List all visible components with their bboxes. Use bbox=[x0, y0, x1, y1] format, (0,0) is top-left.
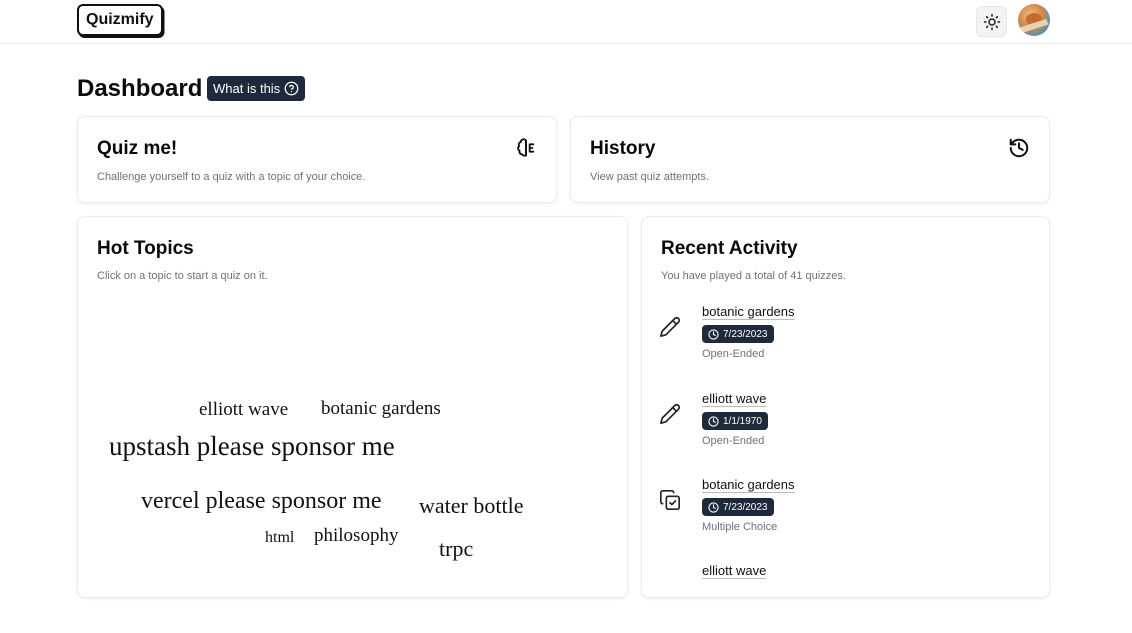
activity-item: botanic gardens 7/23/2023 Open-Ended bbox=[659, 304, 1019, 374]
what-is-this-label: What is this bbox=[213, 81, 281, 96]
activity-type: Open-Ended bbox=[702, 435, 765, 447]
recent-activity-description: You have played a total of 41 quizzes. bbox=[661, 270, 846, 282]
quiz-me-title: Quiz me! bbox=[97, 138, 178, 159]
activity-item: botanic gardens 7/23/2023 Multiple Choic… bbox=[659, 477, 1019, 547]
pencil-icon bbox=[660, 403, 681, 424]
hot-topics-card: Hot Topics Click on a topic to start a q… bbox=[77, 216, 628, 598]
recent-activity-card: Recent Activity You have played a total … bbox=[641, 216, 1050, 598]
page-title: Dashboard bbox=[77, 75, 203, 102]
activity-date-badge: 7/23/2023 bbox=[702, 498, 774, 516]
quiz-me-description: Challenge yourself to a quiz with a topi… bbox=[97, 171, 366, 183]
quiz-me-card[interactable]: Quiz me! Challenge yourself to a quiz wi… bbox=[77, 116, 557, 203]
brain-icon bbox=[517, 138, 535, 157]
app-logo[interactable]: Quizmify bbox=[77, 4, 163, 36]
topic-word[interactable]: water bottle bbox=[419, 493, 523, 519]
activity-date-badge: 1/1/1970 bbox=[702, 412, 768, 430]
recent-activity-title: Recent Activity bbox=[661, 238, 798, 259]
history-description: View past quiz attempts. bbox=[590, 171, 710, 183]
activity-item: elliott wave 1/1/1970 Open-Ended bbox=[659, 391, 1019, 461]
clock-icon bbox=[708, 328, 719, 340]
activity-topic-link[interactable]: elliott wave bbox=[702, 391, 766, 406]
theme-toggle-button[interactable] bbox=[976, 6, 1007, 37]
topic-word[interactable]: botanic gardens bbox=[321, 398, 441, 420]
activity-date: 7/23/2023 bbox=[723, 501, 768, 513]
activity-topic-link[interactable]: botanic gardens bbox=[702, 477, 795, 492]
hot-topics-title: Hot Topics bbox=[97, 238, 194, 259]
activity-type: Open-Ended bbox=[702, 348, 765, 360]
activity-date: 1/1/1970 bbox=[723, 415, 762, 427]
history-icon bbox=[1009, 138, 1029, 158]
activity-topic-link[interactable]: botanic gardens bbox=[702, 304, 795, 319]
topic-word[interactable]: upstash please sponsor me bbox=[109, 431, 395, 462]
activity-type: Multiple Choice bbox=[702, 521, 778, 533]
activity-date-badge: 7/23/2023 bbox=[702, 325, 774, 343]
sun-icon bbox=[983, 13, 1000, 30]
topic-word[interactable]: html bbox=[265, 529, 294, 547]
hot-topics-description: Click on a topic to start a quiz on it. bbox=[97, 270, 268, 282]
history-card[interactable]: History View past quiz attempts. bbox=[570, 116, 1050, 203]
topic-word[interactable]: philosophy bbox=[314, 525, 398, 547]
help-circle-icon bbox=[284, 81, 299, 96]
history-title: History bbox=[590, 138, 656, 159]
user-avatar[interactable] bbox=[1018, 4, 1050, 36]
copy-check-icon bbox=[660, 490, 680, 510]
topic-word[interactable]: elliott wave bbox=[199, 399, 288, 421]
clock-icon bbox=[708, 415, 719, 427]
activity-topic-link[interactable]: elliott wave bbox=[702, 563, 766, 578]
pencil-icon bbox=[660, 316, 681, 337]
topic-word[interactable]: vercel please sponsor me bbox=[141, 488, 382, 515]
what-is-this-button[interactable]: What is this bbox=[207, 76, 306, 101]
clock-icon bbox=[708, 501, 719, 513]
top-navbar: Quizmify bbox=[0, 0, 1132, 44]
activity-date: 7/23/2023 bbox=[723, 328, 768, 340]
topic-word[interactable]: trpc bbox=[439, 536, 473, 562]
